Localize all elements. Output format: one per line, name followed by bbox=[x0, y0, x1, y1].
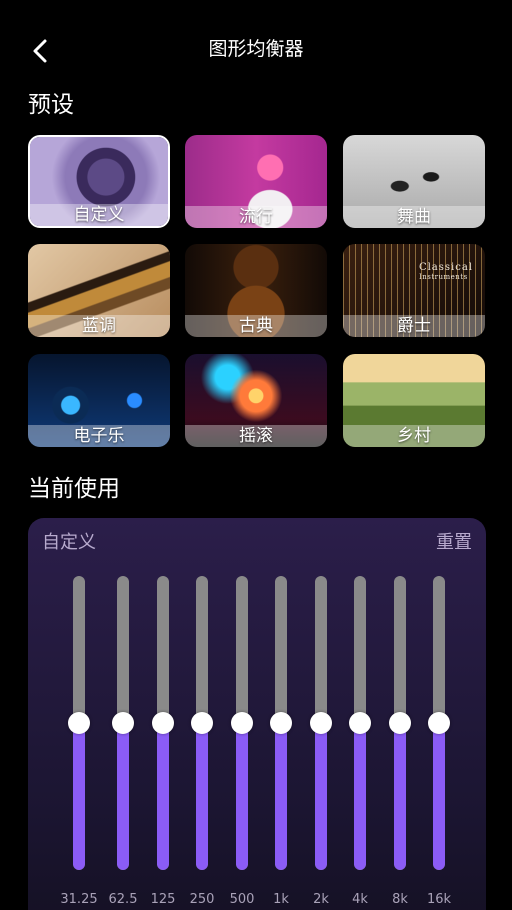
eq-slider-250[interactable] bbox=[182, 576, 222, 870]
preset-card-classical[interactable]: 古典 bbox=[185, 244, 327, 337]
eq-slider-31.25[interactable] bbox=[59, 576, 99, 870]
preset-card-jazz[interactable]: Classical Instruments 爵士 bbox=[343, 244, 485, 337]
preset-card-country[interactable]: 乡村 bbox=[343, 354, 485, 447]
slider-thumb[interactable] bbox=[428, 712, 450, 734]
slider-thumb[interactable] bbox=[270, 712, 292, 734]
preset-label: 爵士 bbox=[343, 315, 485, 337]
slider-thumb[interactable] bbox=[231, 712, 253, 734]
slider-thumb[interactable] bbox=[349, 712, 371, 734]
slider-thumb[interactable] bbox=[389, 712, 411, 734]
preset-card-blues[interactable]: 蓝调 bbox=[28, 244, 170, 337]
preset-label: 舞曲 bbox=[343, 206, 485, 228]
top-bar: 图形均衡器 bbox=[0, 26, 512, 74]
preset-grid: 自定义 流行 舞曲 蓝调 古典 Classical Instruments 爵士… bbox=[28, 135, 485, 447]
reset-button[interactable]: 重置 bbox=[436, 528, 472, 554]
jazz-art-text: Classical Instruments bbox=[418, 262, 473, 281]
slider-fill bbox=[196, 723, 208, 870]
slider-fill bbox=[73, 723, 85, 870]
slider-fill bbox=[117, 723, 129, 870]
frequency-label: 16k bbox=[426, 892, 452, 907]
slider-fill bbox=[157, 723, 169, 870]
eq-slider-62.5[interactable] bbox=[103, 576, 143, 870]
page-title: 图形均衡器 bbox=[208, 38, 304, 60]
eq-slider-2k[interactable] bbox=[301, 576, 341, 870]
frequency-label: 31.25 bbox=[60, 892, 98, 907]
slider-thumb[interactable] bbox=[152, 712, 174, 734]
eq-slider-8k[interactable] bbox=[380, 576, 420, 870]
slider-fill bbox=[275, 723, 287, 870]
preset-label: 摇滚 bbox=[185, 425, 327, 447]
preset-card-rock[interactable]: 摇滚 bbox=[185, 354, 327, 447]
preset-label: 电子乐 bbox=[28, 425, 170, 447]
eq-slider-125[interactable] bbox=[143, 576, 183, 870]
eq-slider-500[interactable] bbox=[222, 576, 262, 870]
eq-slider-1k[interactable] bbox=[261, 576, 301, 870]
slider-thumb[interactable] bbox=[68, 712, 90, 734]
preset-card-electronic[interactable]: 电子乐 bbox=[28, 354, 170, 447]
slider-thumb[interactable] bbox=[112, 712, 134, 734]
slider-thumb[interactable] bbox=[310, 712, 332, 734]
preset-card-dance[interactable]: 舞曲 bbox=[343, 135, 485, 228]
presets-section-title: 预设 bbox=[28, 92, 74, 118]
slider-fill bbox=[394, 723, 406, 870]
preset-label: 古典 bbox=[185, 315, 327, 337]
preset-card-pop[interactable]: 流行 bbox=[185, 135, 327, 228]
slider-fill bbox=[354, 723, 366, 870]
preset-label: 乡村 bbox=[343, 425, 485, 447]
eq-slider-16k[interactable] bbox=[419, 576, 459, 870]
preset-label: 流行 bbox=[185, 206, 327, 228]
slider-thumb[interactable] bbox=[191, 712, 213, 734]
current-section-title: 当前使用 bbox=[28, 476, 120, 502]
preset-label: 蓝调 bbox=[28, 315, 170, 337]
slider-fill bbox=[433, 723, 445, 870]
preset-label: 自定义 bbox=[30, 204, 168, 226]
preset-card-custom[interactable]: 自定义 bbox=[28, 135, 170, 228]
eq-slider-4k[interactable] bbox=[340, 576, 380, 870]
slider-fill bbox=[236, 723, 248, 870]
slider-fill bbox=[315, 723, 327, 870]
equalizer-panel: 自定义 重置 bbox=[28, 518, 486, 910]
current-preset-name: 自定义 bbox=[42, 532, 96, 553]
